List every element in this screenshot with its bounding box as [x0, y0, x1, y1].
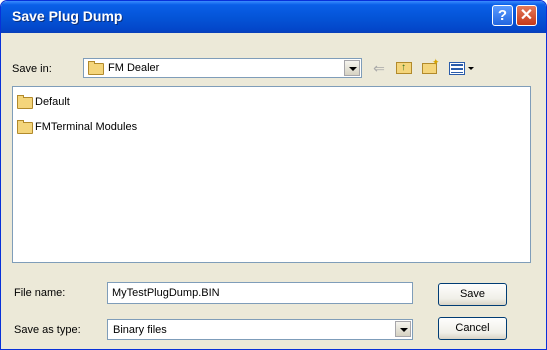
close-button[interactable]: ✕: [516, 5, 537, 26]
save-in-label: Save in:: [12, 63, 52, 75]
file-name-label: File name:: [14, 287, 66, 299]
list-item-name: FMTerminal Modules: [35, 121, 138, 133]
up-folder-icon: ↑: [396, 62, 412, 74]
views-menu-icon: [449, 62, 465, 75]
folder-icon: [17, 95, 33, 109]
file-list[interactable]: Default FMTerminal Modules: [12, 86, 531, 263]
save-in-dropdown[interactable]: FM Dealer: [83, 58, 362, 78]
save-type-value: Binary files: [113, 324, 167, 336]
up-folder-button[interactable]: ↑: [394, 59, 414, 77]
save-dialog: Save Plug Dump ? ✕ Save in: FM Dealer ⇐ …: [0, 0, 547, 350]
views-menu-button[interactable]: [447, 59, 477, 77]
save-in-value: FM Dealer: [108, 62, 160, 74]
chevron-down-icon[interactable]: [344, 60, 360, 76]
new-folder-icon: ✦: [422, 58, 440, 74]
list-item-name: Default: [35, 96, 70, 108]
folder-icon: [88, 61, 104, 75]
help-button[interactable]: ?: [492, 5, 513, 26]
back-button[interactable]: ⇐: [370, 59, 388, 77]
title-bar[interactable]: Save Plug Dump ? ✕: [1, 1, 546, 33]
file-name-input[interactable]: MyTestPlugDump.BIN: [107, 282, 413, 304]
close-icon: ✕: [519, 7, 534, 24]
file-name-value: MyTestPlugDump.BIN: [112, 287, 220, 299]
help-icon: ?: [497, 7, 508, 24]
chevron-down-icon[interactable]: [395, 321, 411, 337]
save-type-label: Save as type:: [14, 324, 81, 336]
save-type-dropdown[interactable]: Binary files: [107, 319, 413, 340]
window-title: Save Plug Dump: [12, 8, 123, 24]
cancel-button[interactable]: Cancel: [438, 317, 507, 340]
new-folder-button[interactable]: ✦: [420, 58, 440, 77]
back-icon: ⇐: [373, 60, 385, 76]
folder-icon: [17, 120, 33, 134]
save-button[interactable]: Save: [438, 283, 507, 306]
